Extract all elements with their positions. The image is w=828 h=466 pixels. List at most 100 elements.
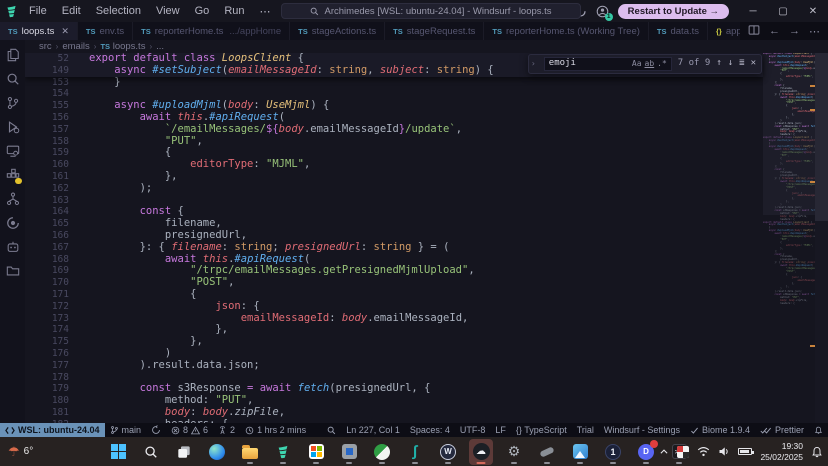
tab-reporterHome.ts[interactable]: TSreporterHome.ts.../appHome: [133, 22, 290, 40]
close-tab-icon[interactable]: ✕: [61, 26, 69, 37]
breadcrumb-...[interactable]: ...: [156, 41, 164, 52]
code-editor[interactable]: 52export default class LoopsClient {149 …: [25, 53, 828, 423]
activity-source-control-icon[interactable]: [0, 91, 25, 115]
taskbar-cloud-app-icon[interactable]: ☁: [469, 439, 493, 465]
taskbar-discord-icon[interactable]: D: [634, 439, 658, 465]
status-problems[interactable]: 86: [166, 423, 213, 437]
status-ports-forwarded[interactable]: 2: [213, 423, 240, 437]
minimize-button[interactable]: ─: [738, 0, 768, 22]
split-editor-icon[interactable]: [748, 24, 760, 39]
breadcrumb[interactable]: src›emails›TS loops.ts›...: [25, 40, 828, 53]
taskbar-edge-browser-icon[interactable]: [205, 439, 229, 465]
status-indentation[interactable]: Spaces: 4: [405, 423, 455, 437]
tray-app-icon[interactable]: [677, 446, 689, 458]
status-sync-status[interactable]: [146, 423, 166, 437]
tab-reporterHome.ts--Working-Tree-[interactable]: TSreporterHome.ts (Working Tree): [484, 22, 649, 40]
tray-chevron-icon[interactable]: [659, 447, 669, 457]
tab-stageActions.ts[interactable]: TSstageActions.ts: [290, 22, 385, 40]
notification-bell-icon[interactable]: [811, 446, 823, 458]
tab-loops.ts[interactable]: TSloops.ts✕: [0, 22, 78, 40]
menu-run[interactable]: Run: [217, 3, 251, 20]
activity-run-debug-icon[interactable]: [0, 115, 25, 139]
taskbar-start-button-icon[interactable]: [106, 439, 130, 465]
code-line-182[interactable]: 182 headers: {: [25, 419, 763, 423]
taskbar-onepassword-icon[interactable]: 1: [601, 439, 625, 465]
activity-folder-icon[interactable]: [0, 259, 25, 283]
taskbar-vc-app-icon[interactable]: [370, 439, 394, 465]
taskbar-capsule-app-icon[interactable]: [535, 439, 559, 465]
whole-word-icon[interactable]: ab: [645, 58, 655, 70]
code-line-153[interactable]: 153 }: [25, 77, 763, 89]
maximize-button[interactable]: ▢: [768, 0, 798, 22]
navigate-forward-icon[interactable]: →: [789, 25, 800, 37]
code-line-162[interactable]: 162 );: [25, 183, 763, 195]
tab-env.ts[interactable]: TSenv.ts: [78, 22, 133, 40]
taskbar-w-app-icon[interactable]: W: [436, 439, 460, 465]
find-previous-icon[interactable]: ↑: [716, 58, 721, 70]
scrollbar-thumb[interactable]: [815, 53, 828, 221]
profile-icon[interactable]: 1: [596, 5, 609, 18]
find-next-icon[interactable]: ↓: [728, 58, 733, 70]
status-git-branch[interactable]: main: [105, 423, 147, 437]
taskbar-file-explorer-icon[interactable]: [238, 439, 262, 465]
find-toggle-replace-icon[interactable]: ›: [529, 55, 538, 73]
find-in-selection-icon[interactable]: ≣: [739, 58, 744, 70]
breadcrumb-src[interactable]: src: [39, 41, 52, 52]
minimap[interactable]: export default class LoopsClient { async…: [763, 53, 815, 423]
taskbar-photos-icon[interactable]: [568, 439, 592, 465]
breadcrumb-loops.ts[interactable]: TS loops.ts: [100, 41, 145, 52]
tab-data.ts[interactable]: TSdata.ts: [649, 22, 708, 40]
status-language-mode[interactable]: {} TypeScript: [511, 423, 572, 437]
restart-to-update-button[interactable]: Restart to Update →: [618, 4, 729, 19]
menu-edit[interactable]: Edit: [55, 3, 88, 20]
activity-files-icon[interactable]: [0, 43, 25, 67]
status-eol[interactable]: LF: [490, 423, 511, 437]
status-biome[interactable]: Biome 1.9.4: [685, 423, 755, 437]
tab-app-manifest.json[interactable]: {}app-manifest.json: [708, 22, 740, 40]
taskbar-taskbar-search-icon[interactable]: [139, 439, 163, 465]
battery-icon[interactable]: [738, 448, 752, 455]
breadcrumb-emails[interactable]: emails: [62, 41, 89, 52]
status-notifications[interactable]: [809, 423, 828, 437]
menu-[interactable]: ⋯: [253, 3, 278, 20]
code-line-177[interactable]: 177 ).result.data.json;: [25, 360, 763, 372]
menu-file[interactable]: File: [22, 3, 54, 20]
taskbar-remote-desktop-icon[interactable]: [337, 439, 361, 465]
status-windsurf-settings[interactable]: Windsurf - Settings: [599, 423, 685, 437]
window-title-search[interactable]: Archimedes [WSL: ubuntu-24.04] - Windsur…: [281, 3, 581, 19]
taskbar-windsurf-icon[interactable]: [271, 439, 295, 465]
taskbar-settings-icon[interactable]: ⚙: [502, 439, 526, 465]
activity-browser-icon[interactable]: [0, 211, 25, 235]
status-prettier[interactable]: Prettier: [755, 423, 809, 437]
menu-selection[interactable]: Selection: [89, 3, 148, 20]
menu-go[interactable]: Go: [188, 3, 217, 20]
status-cursor-position[interactable]: Ln 227, Col 1: [341, 423, 405, 437]
regex-icon[interactable]: .*: [657, 58, 667, 70]
activity-search-icon[interactable]: [0, 67, 25, 91]
taskbar-task-view-icon[interactable]: [172, 439, 196, 465]
status-encoding[interactable]: UTF-8: [455, 423, 491, 437]
close-button[interactable]: ✕: [798, 0, 828, 22]
status-remote-indicator[interactable]: WSL: ubuntu-24.04: [0, 423, 105, 437]
activity-remote-explorer-icon[interactable]: [0, 139, 25, 163]
match-case-icon[interactable]: Aa: [632, 58, 642, 70]
find-close-icon[interactable]: ✕: [751, 58, 756, 70]
volume-icon[interactable]: [718, 446, 730, 457]
tab-stageRequest.ts[interactable]: TSstageRequest.ts: [385, 22, 484, 40]
clock[interactable]: 19:30 25/02/2025: [760, 441, 803, 462]
taskbar-ribbon-app-icon[interactable]: ∫: [403, 439, 427, 465]
status-trial-status[interactable]: Trial: [572, 423, 599, 437]
weather-widget[interactable]: ☂ 6°: [8, 444, 33, 460]
navigate-back-icon[interactable]: ←: [769, 25, 780, 37]
vertical-scrollbar[interactable]: [815, 53, 828, 423]
more-actions-icon[interactable]: ⋯: [809, 25, 820, 38]
activity-extensions-icon[interactable]: [0, 163, 25, 187]
menu-view[interactable]: View: [149, 3, 187, 20]
activity-hierarchy-icon[interactable]: [0, 187, 25, 211]
status-time-tracker[interactable]: 1 hrs 2 mins: [240, 423, 311, 437]
activity-robot-icon[interactable]: [0, 235, 25, 259]
wifi-icon[interactable]: [697, 446, 710, 457]
find-input[interactable]: emoji Aa ab .*: [544, 57, 672, 71]
taskbar-microsoft-store-icon[interactable]: [304, 439, 328, 465]
status-search-status[interactable]: [322, 423, 341, 437]
